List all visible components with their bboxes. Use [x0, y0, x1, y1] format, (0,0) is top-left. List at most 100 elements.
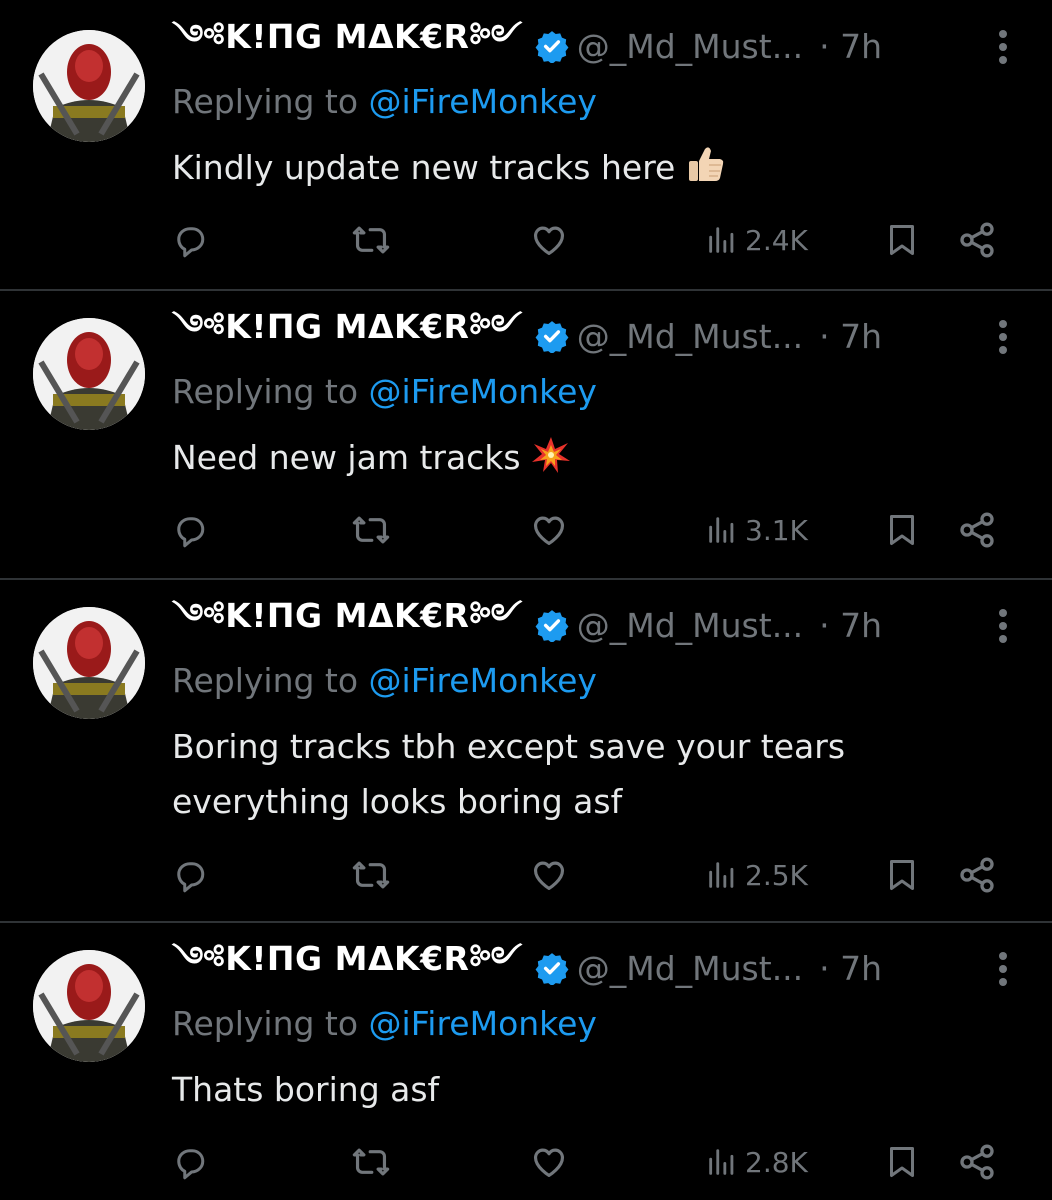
tweet[interactable]: ༺K!ПG MΔK€R༻ @_Md_Must... · 7h Replying …: [0, 0, 1052, 290]
avatar[interactable]: [33, 30, 145, 142]
more-vertical-icon[interactable]: [997, 950, 1009, 988]
share-icon: [960, 1144, 994, 1180]
tweet-text-line: everything looks boring asf: [172, 782, 623, 821]
replying-to-label: Replying to: [172, 82, 369, 121]
reply-button[interactable]: [172, 1140, 208, 1184]
avatar[interactable]: [33, 318, 145, 430]
views-button[interactable]: 2.8K: [705, 1140, 808, 1184]
display-name[interactable]: ༺K!ПG MΔK€R༻: [172, 922, 523, 1015]
views-chart-icon: [709, 517, 734, 543]
reply-feed: ༺K!ПG MΔK€R༻ @_Md_Must... · 7h Replying …: [0, 0, 1052, 1200]
bookmark-button[interactable]: [884, 508, 920, 552]
verified-badge-icon[interactable]: [535, 319, 569, 353]
more-vertical-icon[interactable]: [997, 28, 1009, 66]
verified-badge-icon[interactable]: [535, 29, 569, 63]
views-count: 2.5K: [745, 858, 808, 892]
display-name[interactable]: ༺K!ПG MΔK€R༻: [172, 579, 523, 672]
more-vertical-icon[interactable]: [997, 318, 1009, 356]
timestamp[interactable]: · 7h: [819, 317, 882, 356]
heart-icon: [533, 861, 565, 891]
tweet[interactable]: ༺K!ПG MΔK€R༻ @_Md_Must... · 7h Replying …: [0, 922, 1052, 1200]
timestamp[interactable]: · 7h: [819, 606, 882, 645]
tweet-text-content: Thats boring asf: [172, 1070, 440, 1109]
replying-to-label: Replying to: [172, 372, 369, 411]
views-button[interactable]: 3.1K: [705, 508, 808, 552]
retweet-icon: [352, 516, 390, 544]
avatar[interactable]: [33, 607, 145, 719]
replying-to-label: Replying to: [172, 1004, 369, 1043]
retweet-button[interactable]: [352, 853, 390, 897]
replying-to-line: Replying to @iFireMonkey: [172, 372, 597, 411]
mention-link[interactable]: @iFireMonkey: [369, 372, 597, 411]
avatar[interactable]: [33, 950, 145, 1062]
retweet-button[interactable]: [352, 1140, 390, 1184]
like-button[interactable]: [530, 508, 568, 552]
reply-button[interactable]: [172, 218, 208, 262]
bookmark-icon: [890, 225, 914, 255]
share-button[interactable]: [957, 1140, 997, 1184]
avatar-image: [33, 30, 145, 142]
reply-icon: [177, 862, 205, 893]
bookmark-button[interactable]: [884, 1140, 920, 1184]
replying-to-line: Replying to @iFireMonkey: [172, 82, 597, 121]
tweet-text: Thats boring asf: [172, 1062, 992, 1117]
like-button[interactable]: [530, 853, 568, 897]
mention-link[interactable]: @iFireMonkey: [369, 661, 597, 700]
timestamp[interactable]: · 7h: [819, 949, 882, 988]
reply-button[interactable]: [172, 508, 208, 552]
display-name[interactable]: ༺K!ПG MΔK€R༻: [172, 290, 523, 383]
replying-to-line: Replying to @iFireMonkey: [172, 661, 597, 700]
avatar-image: [33, 318, 145, 430]
retweet-icon: [352, 226, 390, 254]
tweet-actions: 2.8K: [172, 1140, 1012, 1184]
views-count: 3.1K: [745, 513, 808, 547]
more-vertical-icon[interactable]: [997, 607, 1009, 645]
avatar-image: [33, 950, 145, 1062]
verified-badge-icon[interactable]: [535, 951, 569, 985]
reply-icon: [177, 1149, 205, 1180]
tweet-text-content: Need new jam tracks: [172, 438, 521, 477]
bookmark-icon: [890, 515, 914, 545]
tweet[interactable]: ༺K!ПG MΔK€R༻ @_Md_Must... · 7h Replying …: [0, 579, 1052, 922]
views-button[interactable]: 2.4K: [705, 218, 808, 262]
reply-icon: [177, 227, 205, 258]
retweet-icon: [352, 1148, 390, 1176]
share-button[interactable]: [957, 218, 997, 262]
like-button[interactable]: [530, 218, 568, 262]
bookmark-button[interactable]: [884, 853, 920, 897]
mention-link[interactable]: @iFireMonkey: [369, 1004, 597, 1043]
share-button[interactable]: [957, 853, 997, 897]
share-icon: [960, 512, 994, 548]
handle[interactable]: @_Md_Must...: [577, 949, 803, 988]
retweet-button[interactable]: [352, 508, 390, 552]
timestamp[interactable]: · 7h: [819, 27, 882, 66]
views-chart-icon: [709, 862, 734, 888]
handle[interactable]: @_Md_Must...: [577, 27, 803, 66]
display-name[interactable]: ༺K!ПG MΔK€R༻: [172, 0, 523, 93]
mention-link[interactable]: @iFireMonkey: [369, 82, 597, 121]
share-button[interactable]: [957, 508, 997, 552]
verified-badge-icon[interactable]: [535, 608, 569, 642]
handle[interactable]: @_Md_Must...: [577, 606, 803, 645]
views-button[interactable]: 2.5K: [705, 853, 808, 897]
reply-button[interactable]: [172, 853, 208, 897]
like-button[interactable]: [530, 1140, 568, 1184]
tweet[interactable]: ༺K!ПG MΔK€R༻ @_Md_Must... · 7h Replying …: [0, 290, 1052, 580]
tweet-text: Boring tracks tbh except save your tears…: [172, 719, 992, 829]
heart-icon: [533, 516, 565, 546]
tweet-text-content: Kindly update new tracks here: [172, 148, 676, 187]
tweet-text: Kindly update new tracks here: [172, 140, 992, 195]
handle[interactable]: @_Md_Must...: [577, 317, 803, 356]
collision-icon: [531, 437, 570, 473]
tweet-actions: 2.5K: [172, 853, 1012, 897]
bookmark-button[interactable]: [884, 218, 920, 262]
bookmark-icon: [890, 1147, 914, 1177]
retweet-button[interactable]: [352, 218, 390, 262]
tweet-actions: 2.4K: [172, 218, 1012, 262]
tweet-text-line: Boring tracks tbh except save your tears: [172, 727, 846, 766]
views-chart-icon: [709, 227, 734, 253]
share-icon: [960, 857, 994, 893]
replying-to-label: Replying to: [172, 661, 369, 700]
heart-icon: [533, 1148, 565, 1178]
retweet-icon: [352, 861, 390, 889]
